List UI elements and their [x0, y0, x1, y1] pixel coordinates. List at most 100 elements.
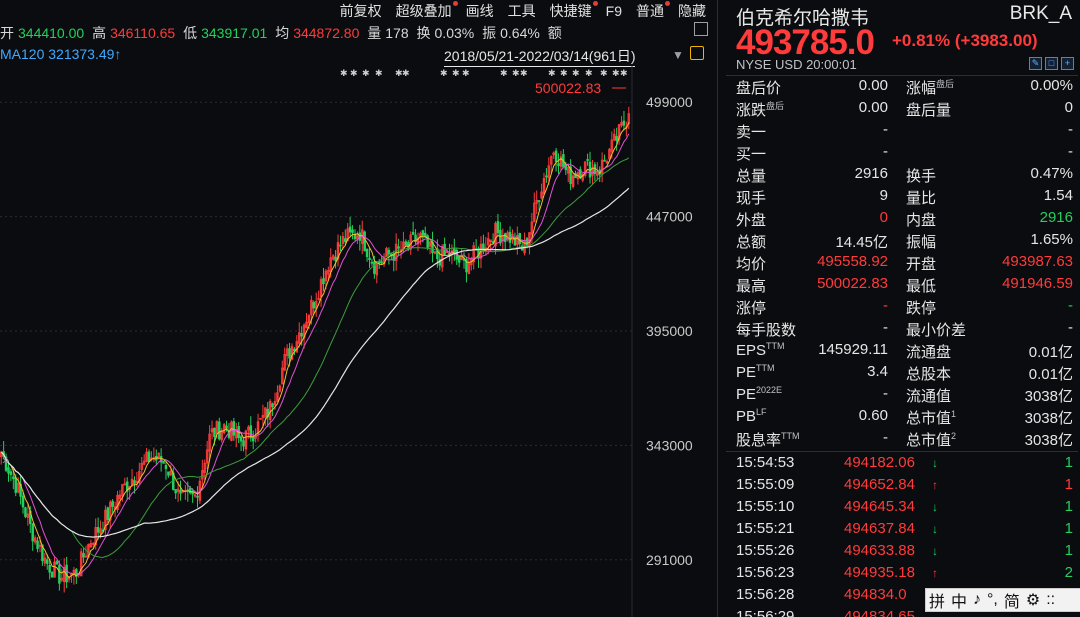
- ime-chinese[interactable]: 中: [951, 588, 967, 612]
- quote-label: 每手股数: [736, 322, 797, 339]
- exchange-info: NYSE USD 20:00:01: [736, 57, 857, 72]
- ime-grid-icon[interactable]: ::: [1046, 591, 1055, 609]
- candle-body: [373, 261, 376, 274]
- tick-price: 494182.06: [844, 454, 915, 471]
- quote-value: -: [1068, 121, 1073, 138]
- ohlc-stats: 开 344410.00 高 346110.65 低 343917.01 均 344872…: [0, 23, 566, 43]
- event-marker-icon: ✱: [600, 68, 608, 78]
- low-label: 低: [183, 25, 198, 41]
- candle-body: [368, 257, 371, 261]
- quote-label: PBLF: [736, 407, 767, 425]
- candle-body: [344, 238, 347, 243]
- tick-row[interactable]: 15:55:26 494633.88 ↓ 1: [736, 540, 1073, 562]
- menu-draw-line[interactable]: 画线: [466, 1, 494, 21]
- price-change: +0.81% (+3983.00): [890, 31, 1038, 51]
- window-icon[interactable]: □: [1045, 57, 1058, 70]
- ime-moon-icon[interactable]: ♪: [973, 591, 981, 609]
- edit-icon[interactable]: ✎: [1029, 57, 1042, 70]
- tick-row[interactable]: 15:56:23 494935.18 ↑ 2: [736, 562, 1073, 584]
- y-tick-label: 499000: [646, 94, 693, 110]
- quote-value: 491946.59: [1002, 275, 1073, 292]
- quote-value: 0.01亿: [1028, 366, 1073, 383]
- lock-icon[interactable]: [690, 46, 704, 60]
- quote-value: 0.60: [858, 407, 888, 424]
- menu-tools[interactable]: 工具: [508, 1, 536, 21]
- quote-label: 跌停: [906, 300, 937, 317]
- tick-row[interactable]: 15:55:21 494637.84 ↓ 1: [736, 518, 1073, 540]
- event-marker-icon: ✱: [572, 68, 580, 78]
- quote-label: 换手: [906, 168, 937, 185]
- menu-super-overlay[interactable]: 超级叠加: [396, 1, 458, 21]
- menu-restore-rights[interactable]: 前复权: [340, 1, 382, 21]
- event-marker-icon: ✱: [462, 68, 470, 78]
- event-marker-icon: ✱: [452, 68, 460, 78]
- panel-icons: ✎ □ +: [1026, 57, 1074, 70]
- tick-time: 15:55:10: [736, 498, 795, 515]
- candle-body: [554, 150, 558, 163]
- quote-label: 总股本: [906, 366, 952, 383]
- tick-row[interactable]: 15:55:09 494652.84 ↑ 1: [736, 474, 1073, 496]
- quote-value: -: [1068, 143, 1073, 160]
- kline-chart[interactable]: ✱ ✱ ✱ ✱ ✱ ✱ ✱ ✱ ✱ ✱ ✱ ✱ ✱ ✱ ✱ ✱ ✱ ✱ ✱ 49900044700039500034…: [0, 66, 716, 617]
- event-marker-icon: ✱: [350, 68, 358, 78]
- candle-body: [251, 436, 255, 442]
- date-range-selector[interactable]: 2018/05/21-2022/03/14(961日): [444, 46, 636, 67]
- candle-body: [218, 421, 221, 440]
- quote-row: 卖一 - -: [736, 119, 1073, 141]
- quote-value: -: [883, 121, 888, 138]
- candle-body: [14, 477, 17, 493]
- tick-row[interactable]: 15:55:10 494645.34 ↓ 1: [736, 496, 1073, 518]
- tick-row[interactable]: 15:54:53 494182.06 ↓ 1: [736, 452, 1073, 474]
- candle-body: [162, 460, 165, 464]
- ime-settings-icon[interactable]: ⚙: [1026, 590, 1040, 610]
- expand-icon[interactable]: [694, 22, 708, 36]
- candle-body: [615, 136, 618, 141]
- tick-time: 15:56:28: [736, 586, 795, 603]
- collapse-panel-icon[interactable]: »: [2, 452, 9, 467]
- vol-value: 178: [385, 25, 409, 41]
- candle-body: [339, 244, 342, 247]
- ime-simplified[interactable]: 简: [1004, 588, 1020, 612]
- candle-body: [380, 261, 383, 264]
- ime-punct-icon[interactable]: °,: [987, 591, 998, 609]
- quote-row: 每手股数 - 最小价差 -: [736, 317, 1073, 339]
- event-marker-icon: ✱: [402, 68, 410, 78]
- tick-volume: 2: [1064, 564, 1073, 581]
- menu-normal[interactable]: 普通: [636, 1, 670, 21]
- quote-row: PBLF 0.60 总市值1 3038亿: [736, 405, 1073, 427]
- ma60-line: [0, 187, 630, 538]
- quote-label: 开盘: [906, 256, 937, 273]
- avg-label: 均: [275, 25, 290, 41]
- ma120-indicator[interactable]: MA120 321373.49↑: [0, 46, 121, 62]
- candle-body: [453, 248, 456, 253]
- ma-value: 321373.49↑: [48, 46, 122, 62]
- range-dropdown-icon[interactable]: ▼: [672, 48, 684, 62]
- quote-value: 145929.11: [818, 341, 888, 358]
- candle-body: [424, 232, 427, 237]
- candle-body: [106, 507, 110, 521]
- quote-value: 0.00: [858, 99, 888, 116]
- quote-row: 总量 2916 换手 0.47%: [736, 163, 1073, 185]
- quote-value: 3038亿: [1024, 410, 1073, 427]
- chart-panel[interactable]: 前复权 超级叠加 画线 工具 快捷键 F9 普通 隐藏 开 344410.00 高…: [0, 0, 716, 617]
- menu-hide[interactable]: 隐藏: [678, 1, 706, 21]
- high-value: 346110.65: [110, 25, 176, 41]
- add-icon[interactable]: +: [1061, 57, 1074, 70]
- tick-price: 494935.18: [844, 564, 915, 581]
- ime-toolbar[interactable]: 拼 中 ♪ °, 简 ⚙ ::: [925, 588, 1080, 612]
- candle-body: [46, 559, 49, 564]
- high-label: 高: [92, 25, 107, 41]
- event-marker-icon: ✱: [362, 68, 370, 78]
- menu-f9[interactable]: F9: [606, 3, 622, 19]
- candle-body: [31, 523, 34, 542]
- quote-row: 均价 495558.92 开盘 493987.63: [736, 251, 1073, 273]
- quote-label: 卖一: [736, 124, 767, 141]
- chart-toolbar: 前复权 超级叠加 画线 工具 快捷键 F9 普通 隐藏: [0, 0, 716, 22]
- candle-body: [232, 421, 236, 436]
- candle-body: [96, 526, 100, 533]
- event-marker-icon: ✱: [548, 68, 556, 78]
- quote-row: PE2022E - 流通值 3038亿: [736, 383, 1073, 405]
- ime-pinyin-icon[interactable]: 拼: [929, 588, 945, 612]
- candle-body: [239, 436, 243, 442]
- menu-shortcuts[interactable]: 快捷键: [550, 1, 598, 21]
